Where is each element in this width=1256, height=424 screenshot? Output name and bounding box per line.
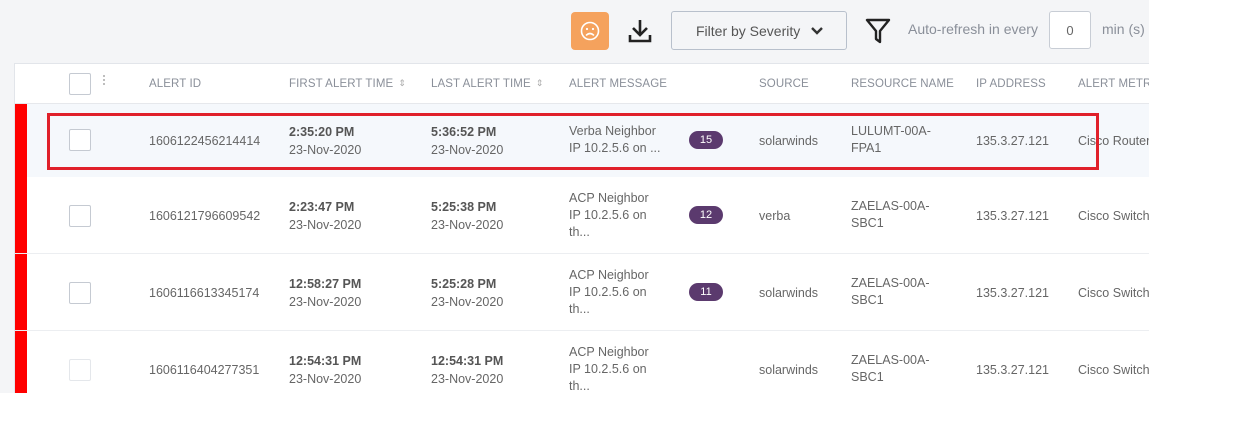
alerts-app: Filter by Severity Auto-refresh in every… [0,0,1149,393]
alert-metric: Cisco Switch [1078,209,1149,223]
alert-id: 1606121796609542 [149,209,261,223]
last-alert-time: 5:36:52 PM [431,125,497,139]
feedback-button[interactable] [571,12,609,50]
alert-source: solarwinds [759,134,819,148]
sort-icon: ⇕ [398,78,406,88]
row-checkbox[interactable] [69,359,91,381]
col-resource-name: RESOURCE NAME [851,78,954,90]
ip-address: 135.3.27.121 [976,134,1049,148]
resource-name: ZAELAS-00A- SBC1 [851,353,930,384]
last-alert-date: 23-Nov-2020 [431,295,504,309]
first-alert-date: 23-Nov-2020 [289,143,362,157]
alert-message[interactable]: ACP Neighbor IP 10.2.5.6 on th... [569,344,669,393]
resource-name: ZAELAS-00A- SBC1 [851,276,930,307]
first-alert-time: 12:54:31 PM [289,354,362,368]
occurrence-count-badge[interactable]: 12 [689,206,723,224]
alerts-table: ALERT ID FIRST ALERT TIME ⇕ LAST ALERT TI… [14,63,1149,393]
first-alert-time: 2:35:20 PM [289,125,355,139]
alert-source: solarwinds [759,363,819,377]
last-alert-time: 12:54:31 PM [431,354,504,368]
row-checkbox[interactable] [69,282,91,304]
download-icon [628,20,652,43]
last-alert-time: 5:25:28 PM [431,277,497,291]
auto-refresh-input[interactable] [1049,11,1091,49]
table-row[interactable]: 1606116613345174 12:58:27 PM 23-Nov-2020… [15,254,1149,331]
alert-source: verba [759,209,791,223]
select-all-checkbox[interactable] [69,73,91,95]
occurrence-count-badge[interactable]: 15 [689,131,723,149]
last-alert-date: 23-Nov-2020 [431,143,504,157]
resource-name: LULUMT-00A- FPA1 [851,124,931,155]
first-alert-date: 23-Nov-2020 [289,218,362,232]
col-source: SOURCE [759,78,809,90]
severity-indicator [15,177,27,253]
alert-id: 1606116613345174 [149,286,260,300]
auto-refresh-unit: min (s) [1102,21,1145,37]
col-first-alert-time[interactable]: FIRST ALERT TIME ⇕ [289,78,406,90]
last-alert-time: 5:25:38 PM [431,200,497,214]
ip-address: 135.3.27.121 [976,286,1049,300]
table-row[interactable]: 1606122456214414 2:35:20 PM 23-Nov-2020 … [15,104,1149,181]
col-alert-message: ALERT MESSAGE [569,78,668,90]
col-last-alert-time[interactable]: LAST ALERT TIME ⇕ [431,78,543,90]
last-alert-date: 23-Nov-2020 [431,218,504,232]
first-alert-time: 2:23:47 PM [289,200,355,214]
occurrence-count-badge[interactable]: 11 [689,283,723,301]
severity-filter-label: Filter by Severity [696,22,801,39]
table-row[interactable]: 1606116404277351 12:54:31 PM 23-Nov-2020… [15,331,1149,393]
alert-metric: Cisco Switch [1078,286,1149,300]
column-menu-icon[interactable] [103,75,107,87]
alert-message[interactable]: ACP Neighbor IP 10.2.5.6 on th... [569,190,669,241]
sad-face-icon [580,21,600,41]
ip-address: 135.3.27.121 [976,209,1049,223]
filter-button[interactable] [864,15,892,47]
col-ip-address: IP ADDRESS [976,78,1046,90]
severity-indicator [15,331,27,393]
severity-indicator [15,104,27,180]
severity-indicator [15,254,27,330]
last-alert-date: 23-Nov-2020 [431,372,504,386]
first-alert-date: 23-Nov-2020 [289,372,362,386]
table-row[interactable]: 1606121796609542 2:23:47 PM 23-Nov-2020 … [15,177,1149,254]
row-checkbox[interactable] [69,205,91,227]
severity-filter-select[interactable]: Filter by Severity [671,11,847,50]
alert-id: 1606122456214414 [149,134,261,148]
download-button[interactable] [623,13,657,49]
alert-metric: Cisco Router [1078,134,1149,148]
alert-source: solarwinds [759,286,819,300]
first-alert-date: 23-Nov-2020 [289,295,362,309]
alert-message[interactable]: Verba Neighbor IP 10.2.5.6 on ... [569,123,669,157]
auto-refresh-label: Auto-refresh in every [908,21,1038,37]
alert-message[interactable]: ACP Neighbor IP 10.2.5.6 on th... [569,267,669,318]
alert-metric: Cisco Switch [1078,363,1149,377]
col-alert-metric: ALERT METRIC [1078,78,1149,90]
col-alert-id: ALERT ID [149,78,202,90]
sort-icon: ⇕ [535,78,544,88]
table-header: ALERT ID FIRST ALERT TIME ⇕ LAST ALERT TI… [15,64,1149,104]
resource-name: ZAELAS-00A- SBC1 [851,199,930,230]
funnel-icon [865,18,891,44]
first-alert-time: 12:58:27 PM [289,277,362,291]
alert-id: 1606116404277351 [149,363,260,377]
chevron-down-icon [811,27,823,35]
row-checkbox[interactable] [69,129,91,151]
ip-address: 135.3.27.121 [976,363,1049,377]
